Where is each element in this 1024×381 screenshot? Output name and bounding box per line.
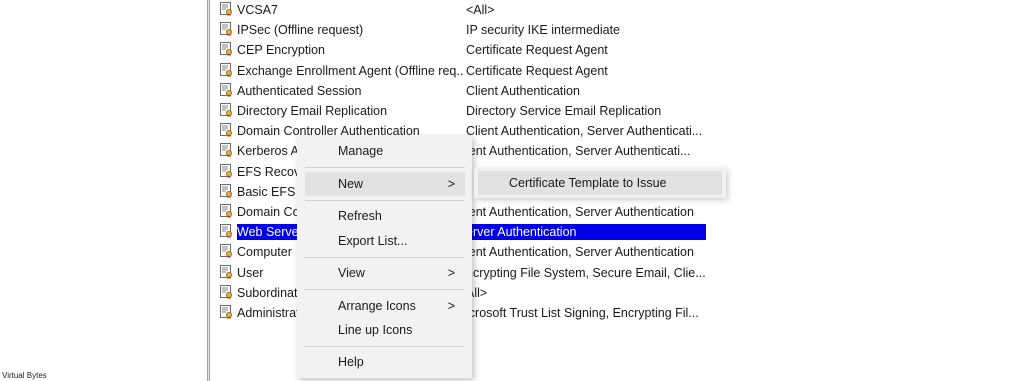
- certificate-template-icon: [219, 244, 233, 259]
- menu-item-certificate-template-to-issue-label: Certificate Template to Issue: [509, 176, 667, 190]
- template-intended-purpose: <All>: [466, 3, 495, 17]
- template-name: IPSec (Offline request): [237, 23, 364, 38]
- chevron-right-icon: >: [447, 177, 455, 191]
- menu-separator: [305, 257, 465, 258]
- menu-separator: [305, 289, 465, 290]
- template-name: CEP Encryption: [237, 43, 326, 58]
- certificate-template-icon: [219, 2, 233, 16]
- template-intended-purpose: ient Authentication, Server Authenticati…: [466, 205, 694, 219]
- certificate-template-icon: [219, 62, 233, 77]
- certificate-template-icon: [219, 224, 233, 239]
- template-intended-purpose: Client Authentication: [466, 83, 580, 98]
- footer-label: Virtual Bytes: [2, 371, 47, 380]
- menu-item-certificate-template-to-issue[interactable]: Certificate Template to Issue: [478, 171, 722, 195]
- template-intended-purpose: Certificate Request Agent: [466, 63, 608, 78]
- menu-item-line-up-icons-label: Line up Icons: [338, 323, 413, 337]
- certificate-template-icon: [219, 305, 233, 319]
- menu-separator: [305, 167, 465, 168]
- menu-item-arrange-icons-label: Arrange Icons: [338, 299, 416, 313]
- context-menu: Manage New > Refresh Export List... View >…: [297, 136, 472, 378]
- certificate-template-icon: [219, 143, 233, 158]
- menu-item-export-list[interactable]: Export List...: [305, 229, 465, 253]
- chevron-right-icon: >: [447, 299, 455, 313]
- menu-item-help[interactable]: Help: [305, 350, 465, 374]
- template-name: Exchange Enrollment Agent (Offline req..…: [237, 63, 463, 78]
- template-intended-purpose: icrosoft Trust List Signing, Encrypting …: [466, 306, 699, 320]
- certificate-template-icon: [219, 82, 233, 97]
- template-row[interactable]: VCSA7 <All>: [216, 0, 706, 20]
- menu-item-view[interactable]: View >: [305, 261, 465, 285]
- certificate-template-icon: [219, 264, 233, 279]
- menu-separator: [305, 200, 465, 201]
- template-row[interactable]: IPSec (Offline request) IP security IKE i…: [216, 20, 706, 40]
- template-name: VCSA7: [237, 3, 278, 17]
- certificate-template-icon: [219, 163, 233, 178]
- menu-item-export-list-label: Export List...: [338, 234, 408, 248]
- menu-item-manage[interactable]: Manage: [305, 139, 465, 163]
- menu-item-line-up-icons[interactable]: Line up Icons: [305, 318, 465, 342]
- menu-item-help-label: Help: [338, 355, 364, 369]
- template-intended-purpose: Client Authentication, Server Authentica…: [466, 124, 703, 139]
- certificate-template-icon: [219, 204, 233, 218]
- template-row[interactable]: CEP Encryption Certificate Request Agent: [216, 40, 706, 60]
- certificate-template-icon: [219, 284, 233, 299]
- template-row[interactable]: Directory Email Replication Directory Ser…: [216, 101, 706, 121]
- template-row[interactable]: Exchange Enrollment Agent (Offline req..…: [216, 61, 706, 81]
- template-row[interactable]: Authenticated Session Client Authenticati…: [216, 81, 706, 101]
- template-name: Authenticated Session: [237, 83, 362, 98]
- template-intended-purpose: erver Authentication: [466, 224, 706, 241]
- certificate-template-icon: [219, 22, 233, 37]
- certificate-template-icon: [219, 103, 233, 117]
- template-intended-purpose: Certificate Request Agent: [466, 43, 608, 58]
- certificate-template-icon: [219, 42, 233, 57]
- certificate-template-icon: [219, 123, 233, 138]
- chevron-right-icon: >: [447, 266, 455, 280]
- menu-item-refresh[interactable]: Refresh: [305, 204, 465, 228]
- menu-item-arrange-icons[interactable]: Arrange Icons >: [305, 294, 465, 318]
- template-name: Directory Email Replication: [237, 104, 388, 118]
- menu-item-refresh-label: Refresh: [338, 209, 382, 223]
- template-intended-purpose: All>: [466, 285, 488, 300]
- certificate-template-icon: [219, 183, 233, 198]
- tree-pane: Virtual Bytes: [0, 0, 207, 381]
- menu-item-new[interactable]: New >: [305, 172, 465, 196]
- pane-splitter[interactable]: [207, 0, 210, 381]
- template-intended-purpose: ient Authentication, Server Authenticati…: [466, 144, 691, 159]
- template-intended-purpose: IP security IKE intermediate: [466, 23, 621, 38]
- template-intended-purpose: ient Authentication, Server Authenticati…: [466, 245, 694, 260]
- menu-item-manage-label: Manage: [338, 144, 384, 158]
- menu-item-new-label: New: [338, 177, 364, 191]
- menu-item-view-label: View: [338, 266, 365, 280]
- submenu-new: Certificate Template to Issue: [474, 168, 726, 198]
- template-intended-purpose: Directory Service Email Replication: [466, 104, 662, 118]
- menu-separator: [305, 346, 465, 347]
- template-intended-purpose: ncrypting File System, Secure Email, Cli…: [466, 265, 706, 280]
